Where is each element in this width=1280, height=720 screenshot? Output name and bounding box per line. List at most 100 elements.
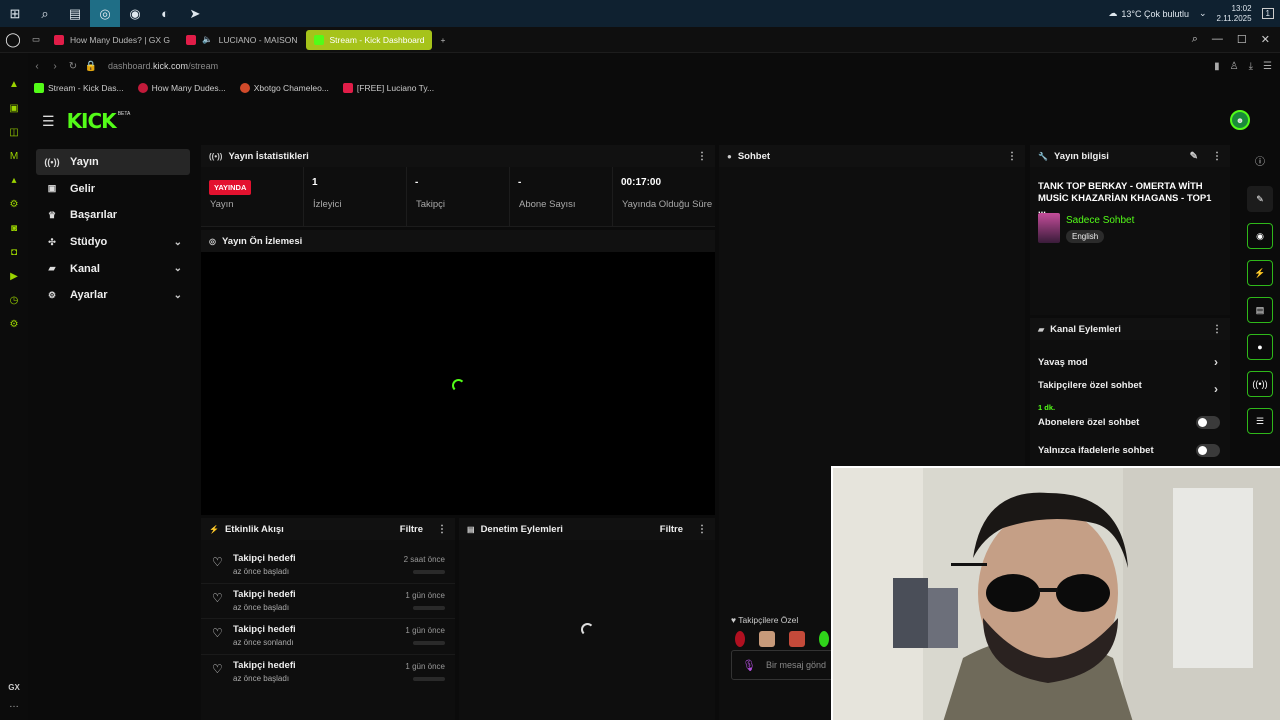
nav-item-gelir[interactable]: ▣ Gelir — [36, 176, 190, 202]
messenger-icon[interactable]: ◫ — [7, 125, 21, 139]
kebab-menu-icon[interactable]: ⋮ — [1212, 324, 1222, 335]
discord-icon[interactable]: ◙ — [7, 221, 21, 235]
nav-item-basarilar[interactable]: ♛ Başarılar — [36, 202, 190, 228]
tab-kick-dashboard[interactable]: Stream - Kick Dashboard — [305, 29, 433, 50]
back-icon[interactable]: ‹ — [28, 61, 46, 72]
nav-label: Başarılar — [70, 209, 118, 222]
chevron-right-icon[interactable]: › — [1214, 355, 1218, 369]
weather-widget[interactable]: ☁ 13°C Çok bulutlu — [1108, 8, 1189, 19]
profile-icon[interactable]: ♙ — [1230, 61, 1239, 72]
panel-title: Kanal Eylemleri — [1050, 323, 1121, 335]
chat-bubble-icon[interactable]: ● — [1247, 334, 1273, 360]
emote-chat-toggle[interactable] — [1196, 443, 1220, 457]
kebab-menu-icon[interactable]: ⋮ — [1212, 151, 1222, 162]
chevron-down-icon[interactable]: ⌄ — [1199, 8, 1207, 19]
webcam-image — [833, 468, 1280, 720]
filter-button[interactable]: Filtre — [660, 524, 683, 535]
list-item[interactable]: ♡ Takipçi hedefi az önce başladı 1 gün önce — [201, 655, 455, 691]
filter-button[interactable]: Filtre — [400, 524, 423, 535]
clipboard-icon[interactable]: ▤ — [1247, 297, 1273, 323]
bookmark-luciano[interactable]: [FREE] Luciano Ty... — [342, 83, 434, 93]
avatar[interactable]: ☻ — [1230, 110, 1250, 130]
category-name[interactable]: Sadece Sohbet — [1066, 215, 1134, 226]
notification-icon[interactable]: 1 — [1261, 8, 1274, 19]
clock[interactable]: 13:02 2.11.2025 — [1217, 4, 1252, 24]
bookmark-how-many-dudes[interactable]: How Many Dudes... — [137, 83, 226, 93]
tab-gamepad[interactable]: ▭ — [26, 30, 46, 50]
subs-chat-toggle[interactable] — [1196, 415, 1220, 429]
nav-item-ayarlar[interactable]: ⚙ Ayarlar ⌄ — [36, 282, 190, 308]
tab-luciano[interactable]: 🔈 LUCIANO - MAISON — [178, 30, 305, 50]
bookmark-kick[interactable]: Stream - Kick Das... — [34, 83, 124, 93]
steam-taskbar-icon[interactable]: ◐ — [150, 0, 180, 27]
layout-icon[interactable]: ☰ — [1247, 408, 1273, 434]
address-bar: ‹ › ↻ 🔒 dashboard.kick.com/stream ▮ ♙ ⤓ … — [28, 54, 1280, 78]
list-item[interactable]: ♡ Takipçi hedefi az önce başladı 1 gün önce — [201, 584, 455, 619]
list-item[interactable]: ♡ Takipçi hedefi az önce başladı 2 saat önc… — [201, 548, 455, 584]
tab-how-many-dudes[interactable]: How Many Dudes? | GX G — [46, 30, 178, 50]
info-icon[interactable]: ⓘ — [1255, 145, 1265, 175]
close-icon[interactable]: ✕ — [1261, 33, 1270, 46]
emote-icon[interactable] — [735, 631, 745, 647]
player-icon[interactable]: ▶ — [7, 269, 21, 283]
lightning-icon[interactable]: ⚡ — [1247, 260, 1273, 286]
preview-video[interactable] — [201, 252, 715, 515]
search-icon[interactable]: ⌕ — [30, 0, 60, 27]
nav-item-yayin[interactable]: ((•)) Yayın — [36, 149, 190, 175]
wallet-icon[interactable]: ▮ — [1214, 61, 1220, 72]
search-icon[interactable]: ⌕ — [1192, 33, 1198, 46]
new-tab-button[interactable]: + — [432, 30, 453, 50]
gx-control-icon[interactable]: ▲ — [7, 77, 21, 91]
followers-chat-row[interactable]: Takipçilere özel sohbet 1 dk. › — [1030, 376, 1230, 412]
gear-icon[interactable]: ⚙ — [7, 317, 21, 331]
nav-item-studyo[interactable]: ✣ Stüdyo ⌄ — [36, 229, 190, 255]
microphone-icon[interactable]: 🎙 — [742, 659, 756, 672]
twitch-sidebar-icon[interactable]: ◘ — [7, 245, 21, 259]
menu-icon[interactable]: ☰ — [42, 113, 55, 130]
windows-start-icon[interactable]: ⊞ — [0, 0, 30, 27]
emote-icon[interactable] — [789, 631, 805, 647]
kick-sidebar-icon[interactable]: ▴ — [7, 173, 21, 187]
raid-icon[interactable]: ◉ — [1247, 223, 1273, 249]
gx-label[interactable]: GX — [8, 683, 20, 692]
more-icon[interactable]: … — [9, 699, 19, 710]
kebab-menu-icon[interactable]: ⋮ — [697, 524, 707, 535]
channel-actions-panel: ▰ Kanal Eylemleri ⋮ Yavaş mod › Takipçilere… — [1030, 318, 1230, 468]
settings-icon[interactable]: ⚙ — [7, 197, 21, 211]
slow-mode-row[interactable]: Yavaş mod › — [1030, 348, 1230, 376]
opera-menu-icon[interactable]: ◯ — [0, 27, 26, 53]
progress-bar — [413, 605, 445, 610]
bookmark-xbotgo[interactable]: Xbotgo Chameleo... — [239, 83, 329, 93]
lightning-icon: ⚡ — [209, 524, 219, 534]
url-field[interactable]: dashboard.kick.com/stream — [108, 61, 218, 71]
kebab-menu-icon[interactable]: ⋮ — [437, 524, 447, 535]
stat-label: Yayında Olduğu Süre — [622, 199, 713, 210]
forward-icon[interactable]: › — [46, 61, 64, 72]
kebab-menu-icon[interactable]: ⋮ — [1007, 151, 1017, 162]
gx-corner-icon[interactable]: M — [7, 149, 21, 163]
kebab-menu-icon[interactable]: ⋮ — [697, 151, 707, 162]
nav-item-kanal[interactable]: ▰ Kanal ⌄ — [36, 256, 190, 282]
edit-icon[interactable]: ✎ — [1247, 186, 1273, 212]
edit-icon[interactable]: ✎ — [1190, 151, 1198, 162]
tab-favicon — [54, 34, 65, 45]
broadcast-icon[interactable]: ((•)) — [1247, 371, 1273, 397]
chevron-right-icon[interactable]: › — [1214, 382, 1218, 396]
emote-icon[interactable] — [819, 631, 829, 647]
telegram-taskbar-icon[interactable]: ➤ — [180, 0, 210, 27]
download-icon[interactable]: ⤓ — [1249, 61, 1253, 72]
kick-logo[interactable]: KICK — [67, 109, 117, 133]
preview-icon: ◎ — [209, 236, 216, 246]
stat-label: İzleyici — [313, 199, 342, 210]
twitch-icon[interactable]: ▣ — [7, 101, 21, 115]
history-icon[interactable]: ◷ — [7, 293, 21, 307]
reload-icon[interactable]: ↻ — [64, 61, 82, 72]
emote-icon[interactable] — [759, 631, 775, 647]
opera-gx-taskbar-icon[interactable]: ◎ — [90, 0, 120, 27]
list-item[interactable]: ♡ Takipçi hedefi az önce sonlandı 1 gün önc… — [201, 619, 455, 655]
easy-setup-icon[interactable]: ☰ — [1263, 61, 1272, 72]
minimize-icon[interactable]: — — [1212, 33, 1223, 46]
maximize-icon[interactable]: ☐ — [1237, 33, 1247, 46]
speedtest-taskbar-icon[interactable]: ◉ — [120, 0, 150, 27]
task-view-icon[interactable]: ▤ — [60, 0, 90, 27]
